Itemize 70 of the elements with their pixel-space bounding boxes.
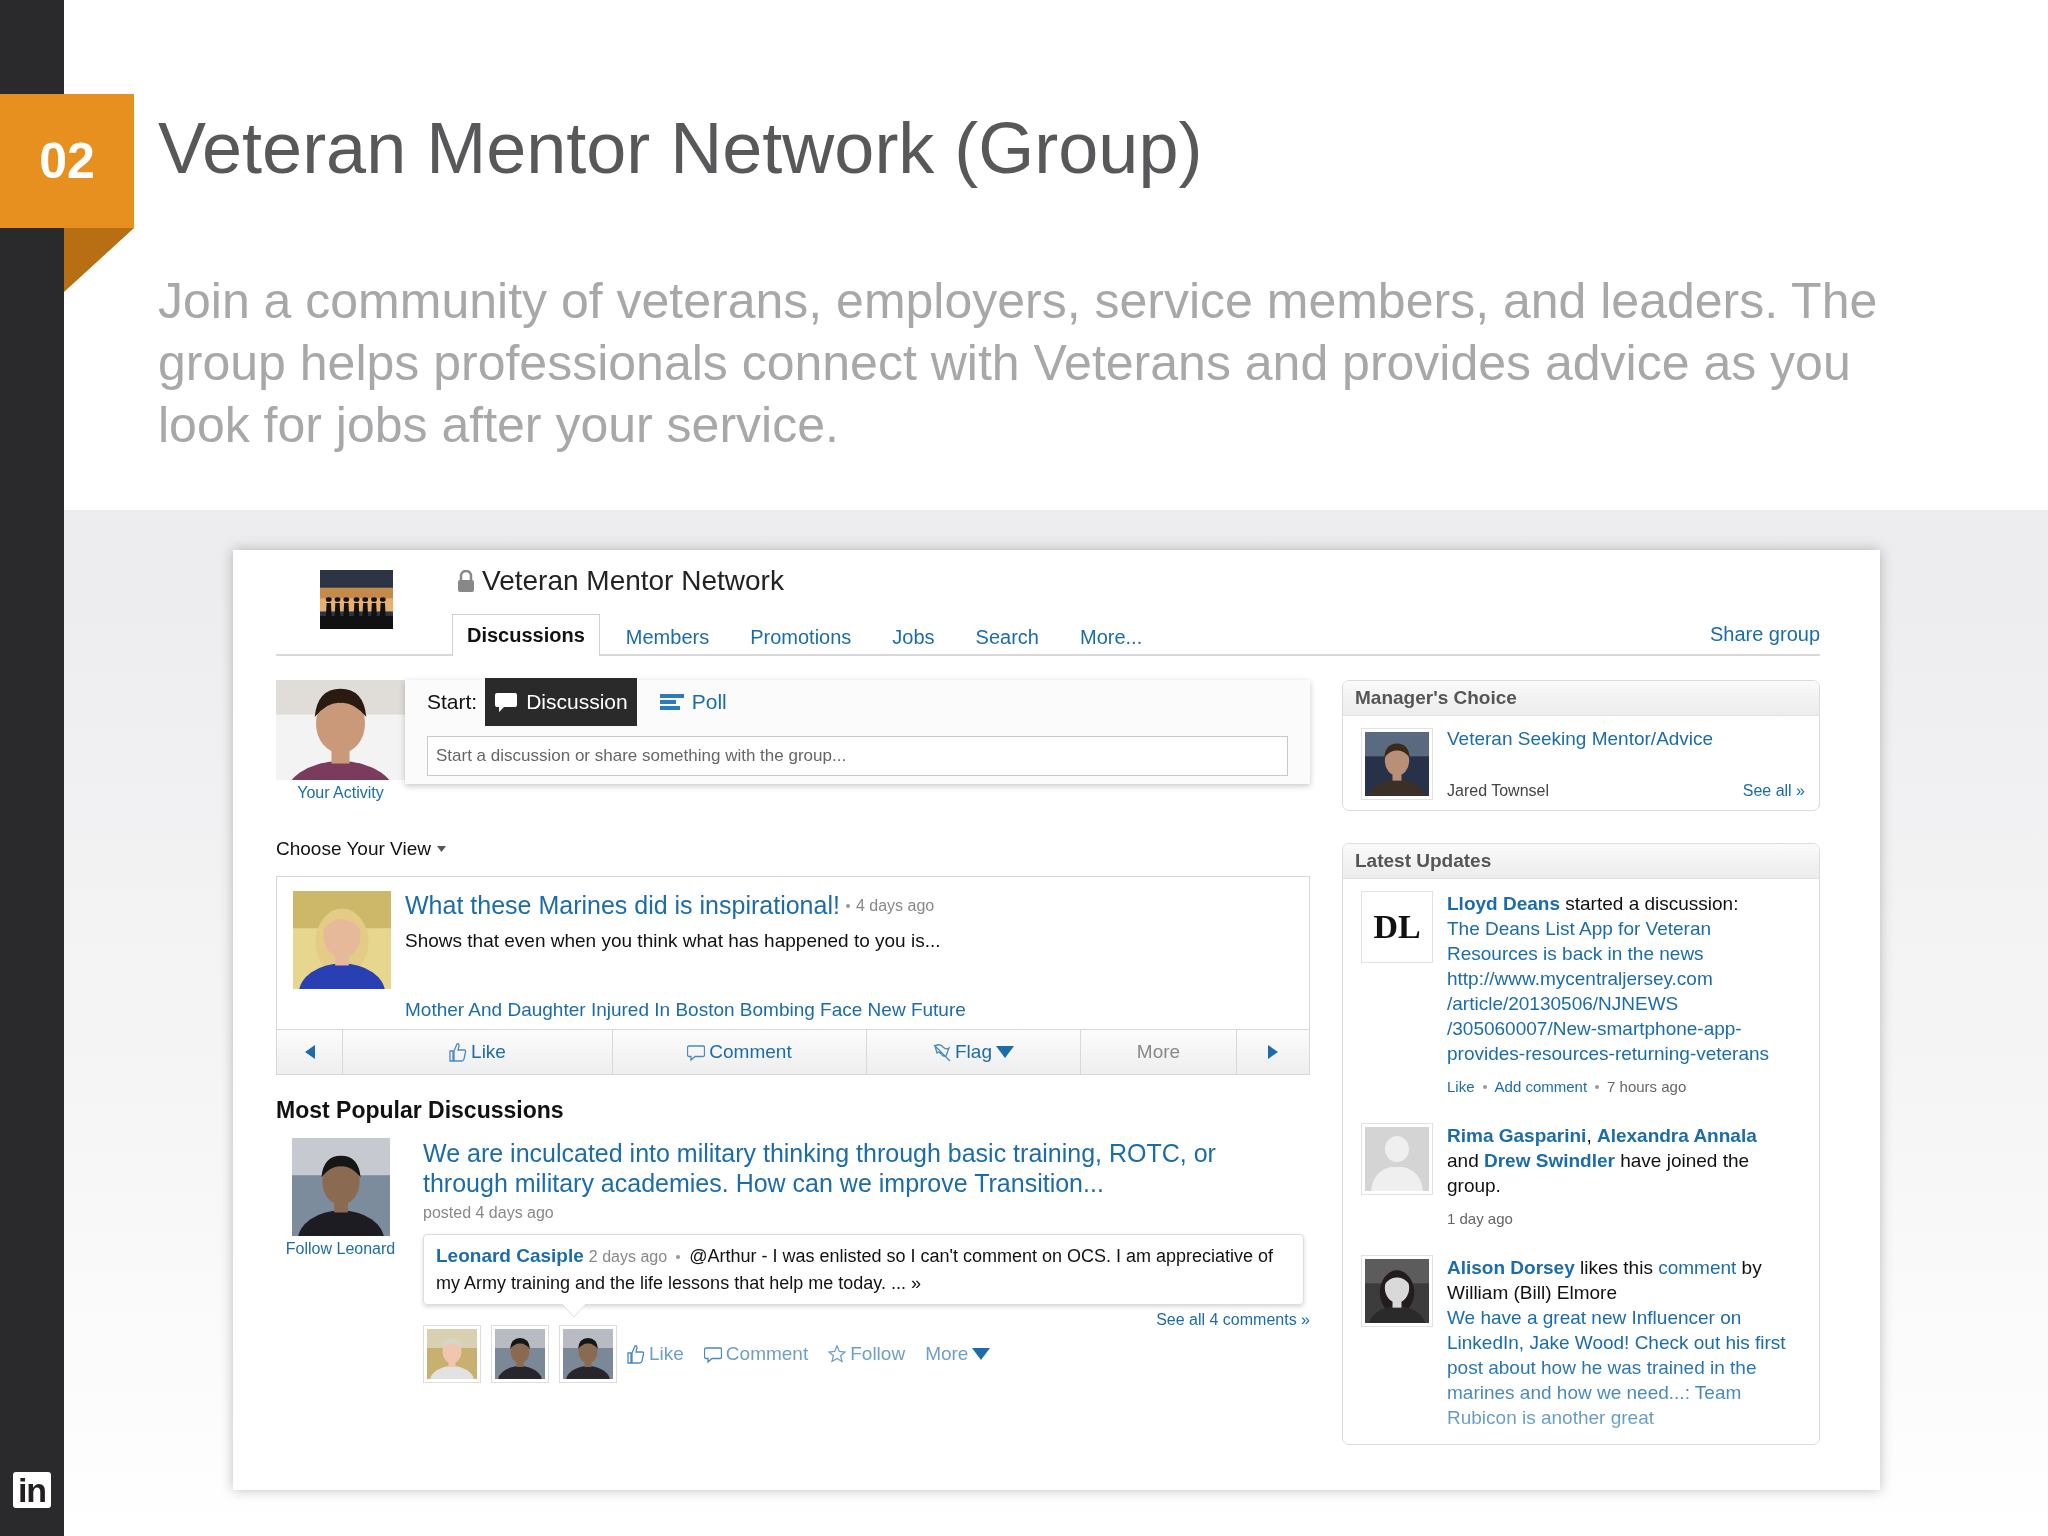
follow-link[interactable]: Follow Leonard — [285, 1240, 396, 1258]
tab[interactable]: Members — [610, 616, 725, 656]
profile-link[interactable]: Alexandra Annala — [1596, 1125, 1757, 1146]
tab[interactable]: More... — [1064, 616, 1158, 656]
slide-number: 02 — [0, 94, 134, 228]
speech-bubble-icon — [687, 1042, 706, 1062]
profile-link[interactable]: Alison Dorsey — [1447, 1257, 1575, 1278]
tab[interactable]: Discussions — [452, 614, 600, 656]
discussion-link[interactable]: The Deans List App for Veteran Resources is back in the news http://www.mycentraljersey.com /article/20130506/NJNEWS /305060007/New-smartphone-app-provides-resources-returning-veterans — [1447, 916, 1787, 1066]
right-arrow-icon — [1268, 1045, 1278, 1059]
comment-button[interactable]: Comment — [613, 1030, 867, 1074]
flag-icon — [933, 1042, 951, 1062]
comment-button[interactable]: Comment — [703, 1343, 809, 1365]
article-link[interactable]: Mother And Daughter Injured In Boston Bombing Face New Future — [405, 999, 966, 1021]
see-all-comments-link[interactable]: See all 4 comments » — [1156, 1311, 1310, 1329]
group-title: Veteran Mentor Network — [482, 565, 784, 597]
excerpt-text: Shows that even when you think what has happened to you is... — [405, 930, 942, 952]
panel-heading: Manager's Choice — [1343, 681, 1819, 716]
thumbs-up-icon — [627, 1344, 645, 1364]
lock-icon — [456, 570, 476, 592]
timestamp: 1 day ago — [1447, 1209, 1514, 1229]
comment-text: Leonard Casiple 2 days ago @Arthur - I was enlisted so I can't comment on OCS. I am appreciative of my Army training and the life lessons that help me today. ... » — [436, 1244, 1275, 1295]
tab[interactable]: Promotions — [735, 616, 867, 656]
profile-link[interactable]: Drew Swindler — [1484, 1150, 1615, 1171]
author-link[interactable]: Leonard Casiple — [436, 1245, 584, 1266]
author-name: Jared Townsel — [1447, 782, 1549, 800]
start-label: Start: — [427, 690, 478, 714]
follow-button[interactable]: Follow — [828, 1343, 906, 1365]
comment-link[interactable]: comment — [1658, 1257, 1737, 1278]
flag-button[interactable]: Flag — [867, 1030, 1081, 1074]
star-icon — [828, 1344, 847, 1364]
caret-icon — [436, 846, 446, 852]
update-action-link[interactable]: Like — [1447, 1074, 1475, 1099]
like-button[interactable]: Like — [627, 1343, 684, 1365]
more-button[interactable]: More — [925, 1343, 991, 1365]
profile-link[interactable]: Lloyd Deans — [1447, 893, 1560, 914]
panel-heading: Latest Updates — [1343, 844, 1819, 879]
quoted-post-text: We have a great new Influencer on LinkedIn, Jake Wood! Check out his first post about how he was trained in the marines and how we need...: Team Rubicon is another great — [1447, 1306, 1787, 1430]
discussion-button[interactable]: Discussion — [485, 678, 637, 726]
company-logo: DL — [1372, 907, 1422, 947]
update-text: Alison Dorsey likes this comment by William (Bill) Elmore — [1447, 1256, 1763, 1305]
speech-bubble-icon — [494, 691, 519, 713]
discussion-title-link[interactable]: We are inculcated into military thinking through basic training, ROTC, or through military academies. How can we improve Transition... — [423, 1138, 1260, 1198]
update-text: Lloyd Deans started a discussion: — [1447, 892, 1740, 916]
discussion-title-link[interactable]: Veteran Seeking Mentor/Advice — [1447, 728, 1805, 750]
view-menu[interactable]: Choose Your View — [276, 838, 431, 860]
share-group-link[interactable]: Share group — [1709, 623, 1820, 654]
tab[interactable]: Jobs — [877, 616, 950, 656]
timestamp: 7 hours ago — [1607, 1077, 1687, 1097]
profile-link[interactable]: Rima Gasparini — [1447, 1125, 1587, 1146]
fold-corner — [64, 228, 134, 292]
timestamp: posted 4 days ago — [423, 1204, 555, 1222]
bar-list-icon — [659, 691, 684, 713]
timestamp: 4 days ago — [855, 896, 935, 915]
speech-bubble-icon — [703, 1344, 722, 1364]
discussion-title-link[interactable]: What these Marines did is inspirational! — [405, 891, 840, 920]
person-placeholder-icon — [1365, 1127, 1429, 1191]
tab[interactable]: Search — [960, 616, 1054, 656]
update-action-link[interactable]: Add comment — [1494, 1074, 1588, 1099]
like-button[interactable]: Like — [343, 1030, 613, 1074]
poll-button[interactable]: Poll — [650, 678, 736, 726]
slide-subtitle: Join a community of veterans, employers, service members, and leaders. The group helps professionals connect with Veterans and provides advice as you look for jobs after your service. — [158, 272, 1879, 455]
brand-logo: in — [13, 1472, 51, 1508]
update-text: Rima Gasparini, Alexandra Annala and Drew Swindler have joined the group. — [1447, 1124, 1758, 1198]
section-heading: Most Popular Discussions — [276, 1097, 565, 1124]
discussion-input[interactable]: Start a discussion or share something with the group... — [427, 736, 1288, 776]
see-all-link[interactable]: See all » — [1742, 782, 1805, 800]
your-activity-link[interactable]: Your Activity — [297, 784, 384, 802]
left-arrow-icon — [304, 1045, 315, 1059]
thumbs-up-icon — [449, 1042, 468, 1062]
